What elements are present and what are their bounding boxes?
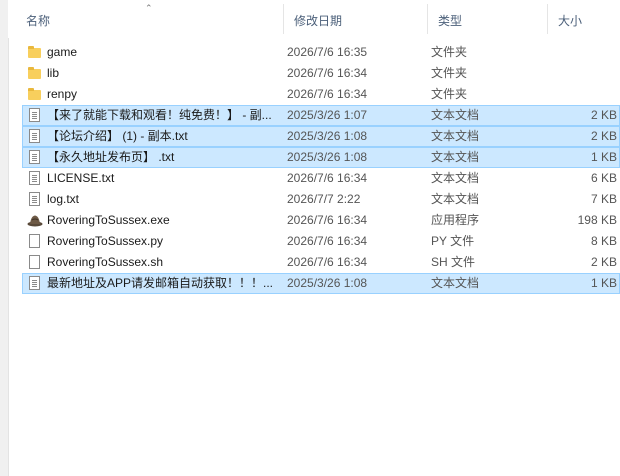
column-header: ⌃ 名称 修改日期 类型 大小 <box>8 0 620 38</box>
file-row[interactable]: LICENSE.txt 2026/7/6 16:34 文本文档 6 KB <box>22 168 620 189</box>
file-name: renpy <box>47 87 78 101</box>
file-type: 文本文档 <box>431 276 480 290</box>
file-row[interactable]: RoveringToSussex.exe 2026/7/6 16:34 应用程序… <box>22 210 620 231</box>
file-type: 应用程序 <box>431 213 480 227</box>
file-name: 【永久地址发布页】 .txt <box>47 150 175 164</box>
file-size: 2 KB <box>590 108 617 122</box>
file-name: 最新地址及APP请发邮箱自动获取！！！... <box>47 276 274 290</box>
file-modified-date: 2026/7/6 16:34 <box>287 171 368 185</box>
file-modified-date: 2026/7/6 16:34 <box>287 255 368 269</box>
file-name: log.txt <box>47 192 80 206</box>
file-size: 198 KB <box>577 213 617 227</box>
file-size <box>543 64 617 83</box>
column-header-type-label: 类型 <box>438 14 463 28</box>
file-row[interactable]: lib 2026/7/6 16:34 文件夹 <box>22 63 620 84</box>
text-file-icon <box>27 170 43 187</box>
folder-icon <box>27 86 43 103</box>
file-row[interactable]: game 2026/7/6 16:35 文件夹 <box>22 42 620 63</box>
file-type: 文本文档 <box>431 192 480 206</box>
file-size: 2 KB <box>590 129 617 143</box>
file-icon <box>27 254 43 271</box>
file-name: 【来了就能下载和观看！纯免费！】 - 副... <box>47 108 272 122</box>
file-name: 【论坛介绍】 (1) - 副本.txt <box>47 129 188 143</box>
file-row[interactable]: RoveringToSussex.sh 2026/7/6 16:34 SH 文件… <box>22 252 620 273</box>
file-modified-date: 2025/3/26 1:08 <box>287 150 368 164</box>
file-name: lib <box>47 66 60 80</box>
file-size: 8 KB <box>590 234 617 248</box>
text-file-icon <box>27 275 43 292</box>
file-size: 7 KB <box>590 192 617 206</box>
file-modified-date: 2025/3/26 1:07 <box>287 108 368 122</box>
file-type: 文本文档 <box>431 129 480 143</box>
file-icon <box>27 233 43 250</box>
text-file-icon <box>27 149 43 166</box>
column-header-date[interactable]: 修改日期 <box>284 0 428 38</box>
file-modified-date: 2026/7/6 16:35 <box>287 45 368 59</box>
file-modified-date: 2026/7/6 16:34 <box>287 87 368 101</box>
application-icon <box>27 212 43 229</box>
file-row[interactable]: 【永久地址发布页】 .txt 2025/3/26 1:08 文本文档 1 KB <box>22 147 620 168</box>
file-name: LICENSE.txt <box>47 171 115 185</box>
file-name: game <box>47 45 78 59</box>
navigation-pane-edge[interactable] <box>0 0 9 476</box>
file-explorer: ⌃ 名称 修改日期 类型 大小 game 2026/7/6 16:35 文件夹 … <box>0 0 620 476</box>
file-name: RoveringToSussex.sh <box>47 255 164 269</box>
file-row[interactable]: 【论坛介绍】 (1) - 副本.txt 2025/3/26 1:08 文本文档 … <box>22 126 620 147</box>
file-name: RoveringToSussex.exe <box>47 213 170 227</box>
file-modified-date: 2025/3/26 1:08 <box>287 276 368 290</box>
file-type: PY 文件 <box>431 234 475 248</box>
file-size: 6 KB <box>590 171 617 185</box>
column-header-name-label: 名称 <box>26 14 51 28</box>
text-file-icon <box>27 128 43 145</box>
column-header-size-label: 大小 <box>558 14 583 28</box>
file-type: SH 文件 <box>431 255 476 269</box>
file-type: 文件夹 <box>431 45 468 59</box>
file-row[interactable]: renpy 2026/7/6 16:34 文件夹 <box>22 84 620 105</box>
file-type: 文本文档 <box>431 171 480 185</box>
file-modified-date: 2026/7/6 16:34 <box>287 66 368 80</box>
file-type: 文本文档 <box>431 108 480 122</box>
column-header-size[interactable]: 大小 <box>548 0 620 38</box>
file-modified-date: 2025/3/26 1:08 <box>287 129 368 143</box>
column-header-name[interactable]: 名称 <box>16 0 284 38</box>
file-type: 文件夹 <box>431 87 468 101</box>
file-modified-date: 2026/7/6 16:34 <box>287 234 368 248</box>
file-type: 文本文档 <box>431 150 480 164</box>
file-row[interactable]: 最新地址及APP请发邮箱自动获取！！！... 2025/3/26 1:08 文本… <box>22 273 620 294</box>
file-size <box>543 85 617 104</box>
file-row[interactable]: log.txt 2026/7/7 2:22 文本文档 7 KB <box>22 189 620 210</box>
file-size: 1 KB <box>590 276 617 290</box>
column-header-type[interactable]: 类型 <box>428 0 548 38</box>
file-row[interactable]: 【来了就能下载和观看！纯免费！】 - 副... 2025/3/26 1:07 文… <box>22 105 620 126</box>
column-header-date-label: 修改日期 <box>294 14 343 28</box>
file-modified-date: 2026/7/6 16:34 <box>287 213 368 227</box>
file-modified-date: 2026/7/7 2:22 <box>287 192 361 206</box>
text-file-icon <box>27 191 43 208</box>
file-list: game 2026/7/6 16:35 文件夹 lib 2026/7/6 16:… <box>22 42 620 294</box>
file-name: RoveringToSussex.py <box>47 234 164 248</box>
file-type: 文件夹 <box>431 66 468 80</box>
folder-icon <box>27 65 43 82</box>
file-size: 2 KB <box>590 255 617 269</box>
file-size: 1 KB <box>590 150 617 164</box>
file-row[interactable]: RoveringToSussex.py 2026/7/6 16:34 PY 文件… <box>22 231 620 252</box>
folder-icon <box>27 44 43 61</box>
text-file-icon <box>27 107 43 124</box>
file-size <box>543 43 617 62</box>
